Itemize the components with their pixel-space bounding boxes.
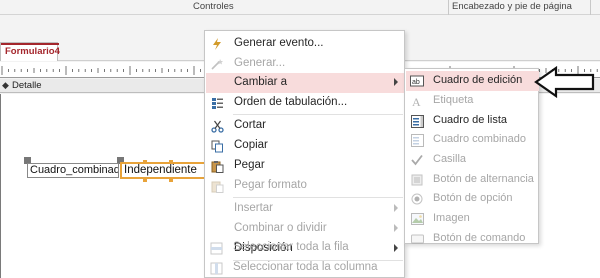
toggle-button-icon xyxy=(410,173,424,187)
submenu-item-etiqueta[interactable]: A Etiqueta xyxy=(406,91,539,111)
scissors-icon xyxy=(210,119,224,133)
combo-label-control[interactable]: Cuadro_combinado xyxy=(27,163,119,178)
submenu-item-label: Casilla xyxy=(433,153,467,165)
menu-item-copiar[interactable]: Copiar xyxy=(206,136,404,156)
menu-item-seleccionar-columna[interactable]: Seleccionar toda la columna xyxy=(205,258,403,278)
menu-item-label: Cambiar a xyxy=(234,76,288,88)
menu-item-cambiar-a[interactable]: Cambiar a xyxy=(206,73,404,93)
tab-accent xyxy=(1,43,59,45)
submenu-item-label: Cuadro de edición xyxy=(433,74,523,86)
menu-item-label: Copiar xyxy=(234,139,268,151)
menu-item-label: Seleccionar toda la fila xyxy=(233,241,349,253)
submenu-item-label: Cuadro combinado xyxy=(433,133,526,145)
menu-item-pegar[interactable]: Pegar xyxy=(206,156,404,176)
menu-separator xyxy=(233,197,403,198)
menu-item-label: Cortar xyxy=(234,119,266,131)
ribbon-separator xyxy=(448,0,449,15)
section-arrow-icon: ◆ xyxy=(2,80,9,90)
submenu-item-imagen[interactable]: Imagen xyxy=(406,209,539,229)
resize-handle[interactable] xyxy=(143,178,147,182)
paste-icon xyxy=(210,159,224,173)
svg-text:A: A xyxy=(412,95,421,107)
menu-item-generar[interactable]: Generar... xyxy=(206,54,404,74)
paste-format-icon xyxy=(210,179,224,193)
resize-handle[interactable] xyxy=(169,178,173,182)
menu-item-generar-evento[interactable]: Generar evento... xyxy=(206,34,404,54)
checkbox-icon xyxy=(410,153,424,167)
select-row-icon xyxy=(209,241,223,255)
submenu-arrow-icon xyxy=(394,204,398,212)
menu-item-insertar[interactable]: Insertar xyxy=(206,199,404,219)
resize-handle[interactable] xyxy=(169,160,173,164)
submenu-item-label: Etiqueta xyxy=(433,94,474,106)
menu-separator xyxy=(233,114,403,115)
submenu-item-cuadro-lista[interactable]: Cuadro de lista xyxy=(406,111,539,131)
menu-item-label: Pegar xyxy=(234,159,265,171)
combobox-icon xyxy=(410,133,424,147)
submenu-arrow-icon xyxy=(394,224,398,232)
menu-item-label: Combinar o dividir xyxy=(234,222,327,234)
command-button-icon xyxy=(410,232,424,246)
option-button-icon xyxy=(410,192,424,206)
submenu-item-label: Imagen xyxy=(433,212,470,224)
wand-icon xyxy=(210,57,224,71)
menu-item-pegar-formato[interactable]: Pegar formato xyxy=(206,176,404,196)
menu-item-label: Generar... xyxy=(234,57,286,69)
ribbon-group-strip: Controles Encabezado y pie de página xyxy=(0,0,600,15)
menu-item-label: Insertar xyxy=(234,202,273,214)
ribbon-group-encabezado: Encabezado y pie de página xyxy=(452,1,572,12)
listbox-icon xyxy=(410,114,424,128)
submenu-cambiar-a: ab Cuadro de edición A Etiqueta Cuadro d… xyxy=(404,68,539,244)
tab-formulario4[interactable]: Formulario4 xyxy=(0,42,60,61)
menu-item-combinar-dividir[interactable]: Combinar o dividir xyxy=(206,219,404,239)
submenu-item-casilla[interactable]: Casilla xyxy=(406,150,539,170)
menu-item-label: Pegar formato xyxy=(234,179,307,191)
textbox-icon: ab xyxy=(410,74,424,88)
menu-item-label: Orden de tabulación... xyxy=(234,96,348,108)
tab-label: Formulario4 xyxy=(5,46,60,57)
label-icon: A xyxy=(410,94,424,108)
menu-item-orden-tabulacion[interactable]: Orden de tabulación... xyxy=(206,93,404,113)
ribbon-separator xyxy=(590,0,591,15)
submenu-item-boton-opcion[interactable]: Botón de opción xyxy=(406,189,539,209)
submenu-item-label: Cuadro de lista xyxy=(433,114,507,126)
submenu-item-label: Botón de alternancia xyxy=(433,173,534,185)
menu-item-cortar[interactable]: Cortar xyxy=(206,116,404,136)
menu-item-label: Generar evento... xyxy=(234,37,324,49)
submenu-arrow-icon xyxy=(394,78,398,86)
callout-arrow-icon xyxy=(534,65,596,101)
submenu-item-label: Botón de comando xyxy=(433,232,526,244)
submenu-item-boton-comando[interactable]: Botón de comando xyxy=(406,229,539,245)
submenu-item-cuadro-edicion[interactable]: ab Cuadro de edición xyxy=(406,71,539,91)
submenu-item-boton-alternancia[interactable]: Botón de alternancia xyxy=(406,170,539,190)
menu-item-seleccionar-fila[interactable]: Seleccionar toda la fila xyxy=(205,238,403,258)
submenu-item-cuadro-combinado[interactable]: Cuadro combinado xyxy=(406,130,539,150)
svg-text:ab: ab xyxy=(412,79,420,86)
image-icon xyxy=(410,212,424,226)
select-column-icon xyxy=(209,261,223,275)
menu-item-label: Seleccionar toda la columna xyxy=(233,261,378,273)
submenu-item-label: Botón de opción xyxy=(433,192,513,204)
lightning-icon xyxy=(210,37,224,51)
ribbon-group-controles: Controles xyxy=(193,1,234,12)
copy-icon xyxy=(210,139,224,153)
resize-handle[interactable] xyxy=(143,160,147,164)
canvas-left-border xyxy=(0,94,1,278)
tab-order-icon xyxy=(210,96,224,110)
section-label: Detalle xyxy=(12,80,42,91)
